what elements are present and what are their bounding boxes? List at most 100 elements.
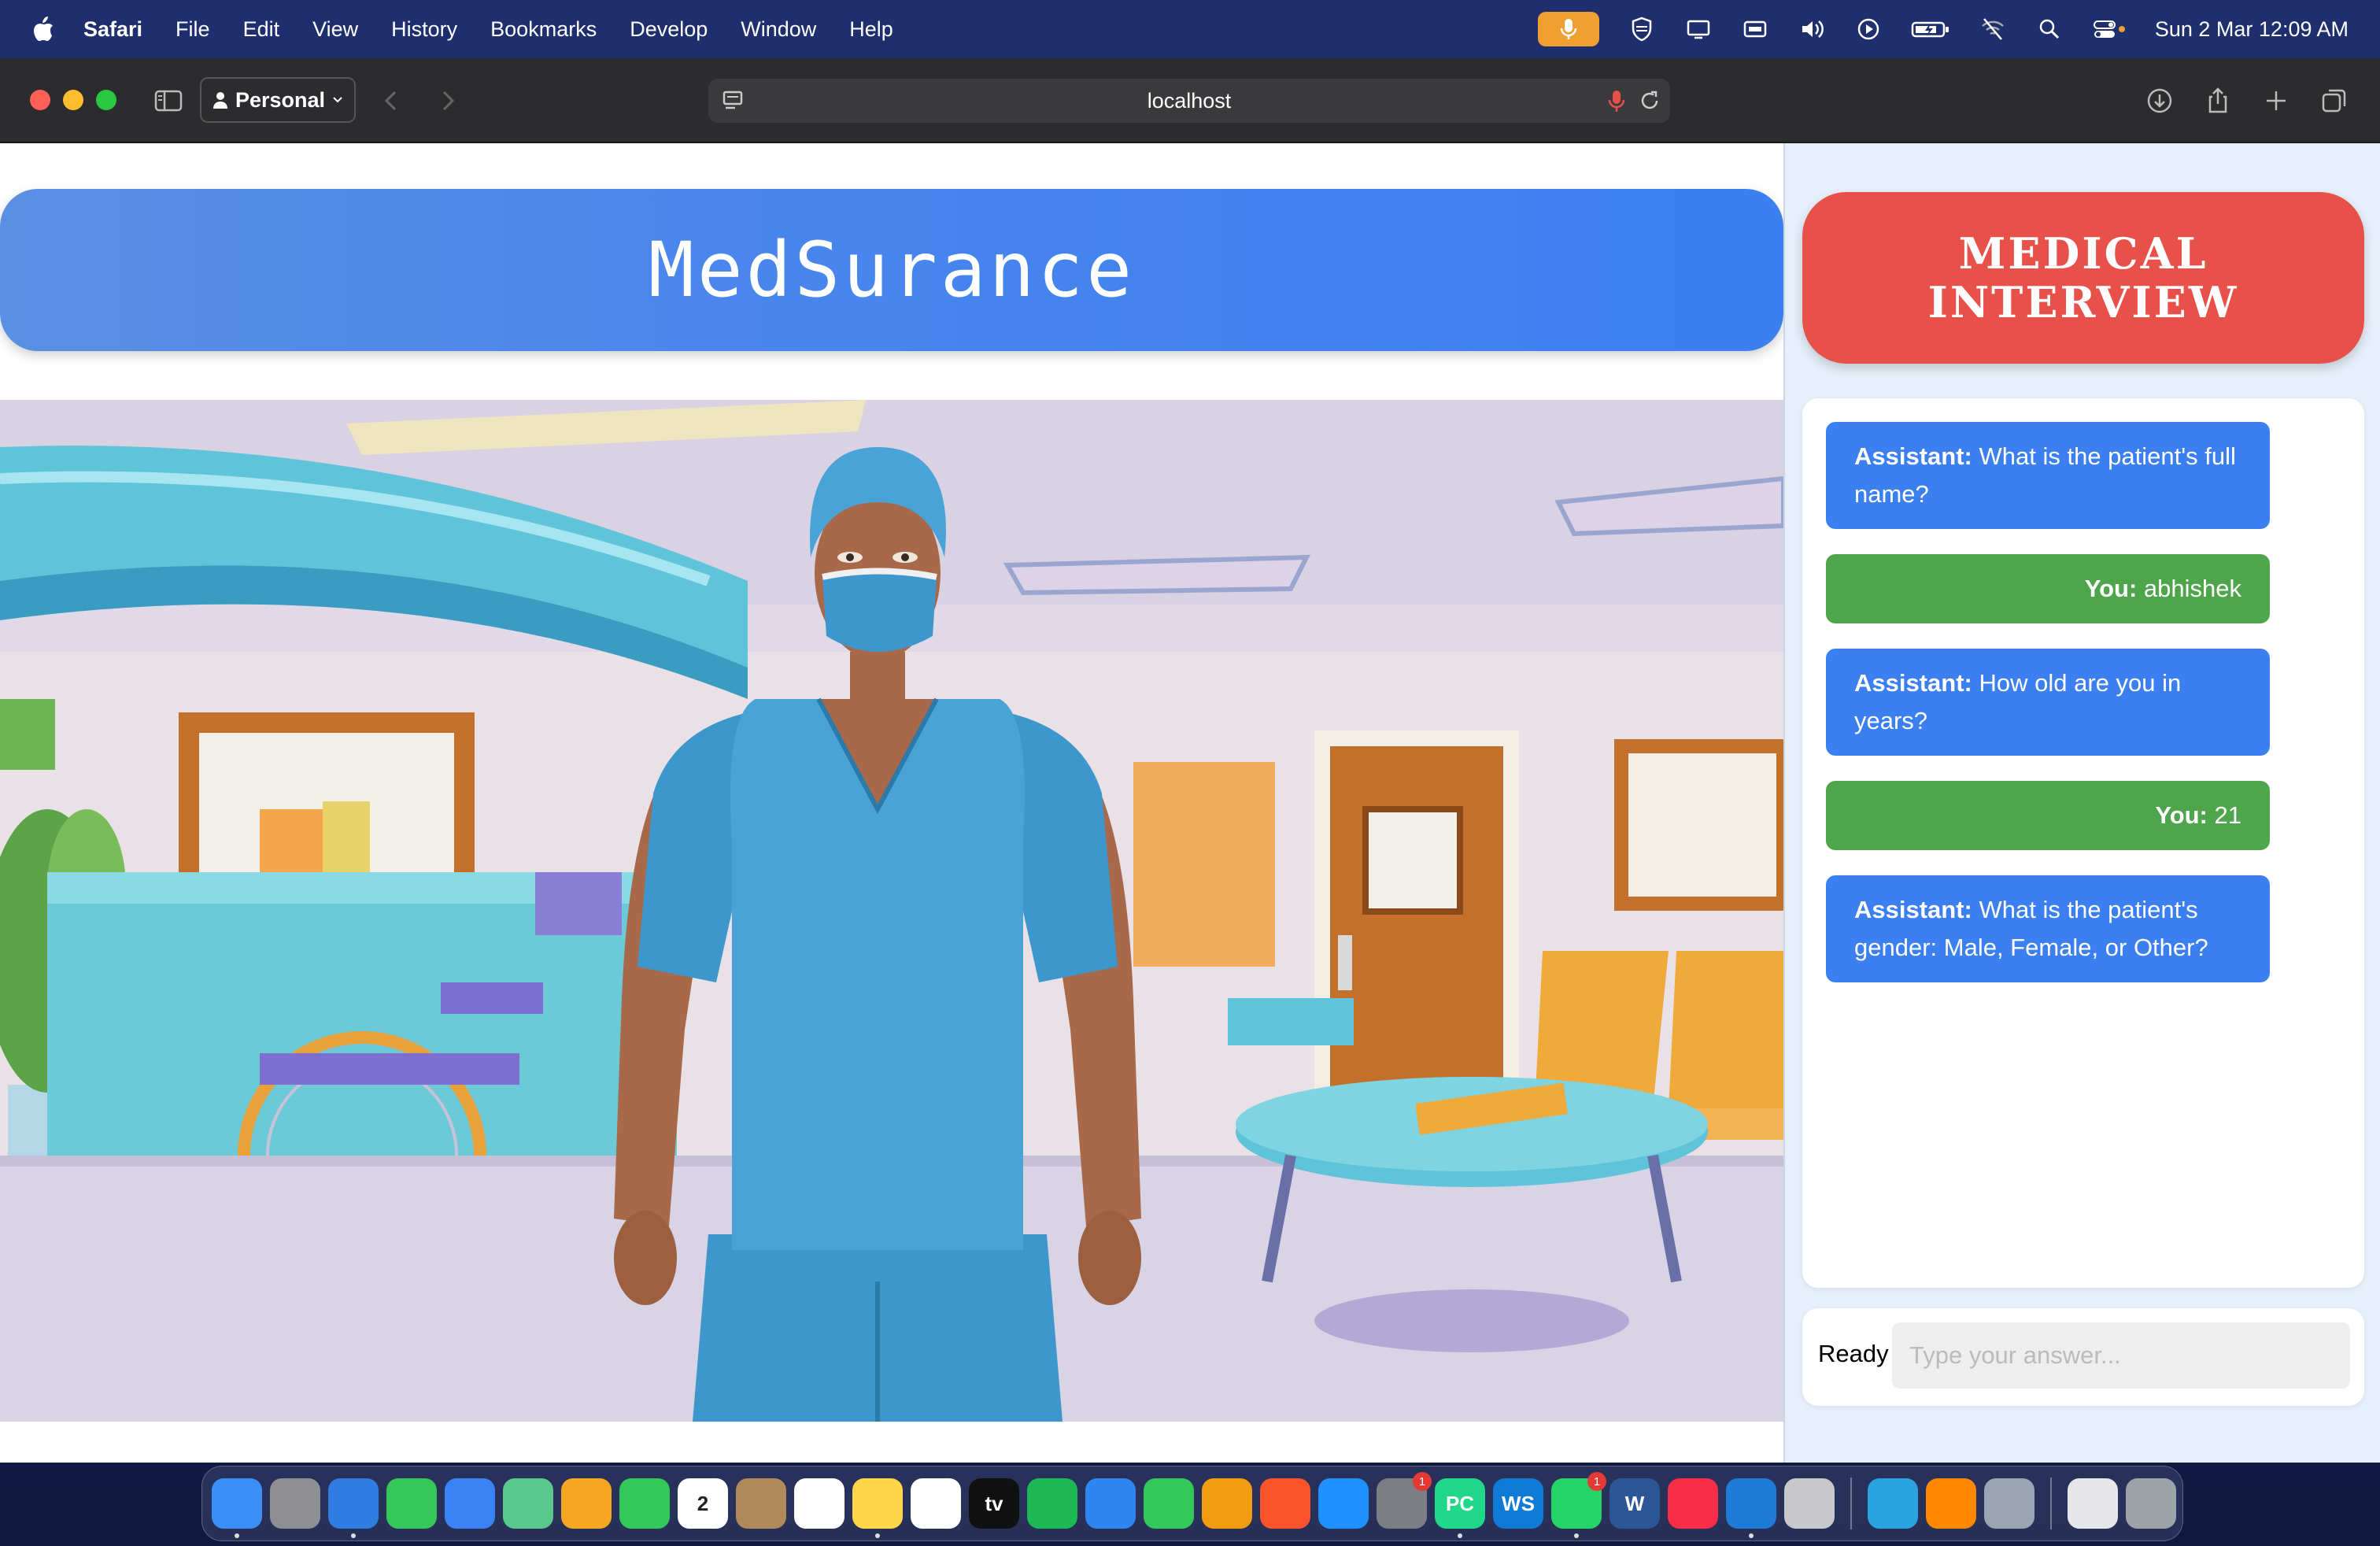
vlc-icon[interactable] [1926, 1478, 1976, 1529]
url-text[interactable]: localhost [1148, 89, 1232, 113]
keynote-icon[interactable] [1085, 1478, 1136, 1529]
dock-icon-glyph: W [1624, 1491, 1645, 1515]
chat-message-assistant: Assistant: What is the patient's gender:… [1826, 875, 2270, 982]
word-icon[interactable]: W [1609, 1478, 1660, 1529]
notes-icon[interactable] [852, 1478, 903, 1538]
zoom-window-button[interactable] [96, 90, 116, 110]
trash-icon[interactable] [2126, 1478, 2176, 1529]
apple-menu-icon[interactable] [31, 16, 55, 43]
telegram-icon[interactable] [1868, 1478, 1918, 1529]
safari-icon[interactable] [328, 1478, 379, 1538]
app-header-banner: MedSurance [0, 189, 1783, 351]
close-window-button[interactable] [30, 90, 50, 110]
menu-help[interactable]: Help [849, 17, 893, 42]
profile-switcher-button[interactable]: Personal [200, 77, 356, 123]
app-store-icon[interactable] [1318, 1478, 1369, 1529]
dock-icon-glyph: PC [1445, 1491, 1475, 1515]
finder-icon[interactable] [212, 1478, 262, 1538]
maps-icon[interactable] [503, 1478, 553, 1529]
share-icon[interactable] [2201, 85, 2235, 117]
script-editor-icon[interactable] [1784, 1478, 1835, 1529]
calendar-icon[interactable]: 2 [678, 1478, 728, 1529]
display-icon[interactable] [1684, 15, 1713, 43]
chat-message-user: You: abhishek [1826, 554, 2270, 623]
battery-icon[interactable] [1911, 15, 1950, 43]
keyboard-input-icon[interactable] [1741, 15, 1769, 43]
browser-toolbar: Personal localhost [0, 58, 2380, 143]
message-speaker: Assistant: [1854, 896, 1972, 923]
brave-icon[interactable] [1260, 1478, 1310, 1529]
web-page: MedSurance MEDICAL INTERVIEW Assistant: … [0, 143, 2380, 1463]
webstorm-icon[interactable]: WS [1493, 1478, 1543, 1529]
new-tab-plus-icon[interactable] [2259, 85, 2293, 117]
app-title: MedSurance [649, 226, 1135, 314]
freeform-icon[interactable] [911, 1478, 961, 1529]
tab-overview-icon[interactable] [2317, 85, 2352, 117]
running-indicator [1458, 1533, 1462, 1538]
launchpad-icon[interactable] [270, 1478, 320, 1529]
menu-clock[interactable]: Sun 2 Mar 12:09 AM [2155, 17, 2349, 42]
whatsapp-icon[interactable]: 1 [1551, 1472, 1606, 1538]
wifi-off-icon[interactable] [1979, 15, 2007, 43]
photos-icon[interactable] [561, 1478, 612, 1529]
notification-badge: 1 [1587, 1472, 1606, 1491]
window-controls [30, 90, 116, 110]
dock-icon-glyph: WS [1502, 1491, 1535, 1515]
chat-history[interactable]: Assistant: What is the patient's full na… [1802, 398, 2364, 1288]
back-arrow-icon[interactable] [375, 85, 409, 117]
system-settings-icon[interactable]: 1 [1377, 1472, 1432, 1529]
volume-icon[interactable] [1798, 15, 1826, 43]
facetime-icon[interactable] [619, 1478, 670, 1529]
contacts-icon[interactable] [736, 1478, 786, 1529]
page-menu-icon[interactable] [719, 87, 748, 115]
numbers-icon[interactable] [1144, 1478, 1194, 1529]
microphone-icon[interactable] [1602, 87, 1631, 115]
vpn-shield-icon[interactable] [1628, 15, 1656, 43]
reload-icon[interactable] [1635, 87, 1664, 115]
dock-separator [1850, 1478, 1852, 1529]
menu-history[interactable]: History [391, 17, 457, 42]
menu-develop[interactable]: Develop [630, 17, 708, 42]
mail-icon[interactable] [445, 1478, 495, 1529]
now-playing-icon[interactable] [1854, 15, 1883, 43]
address-bar[interactable]: localhost [708, 79, 1670, 123]
forward-arrow-icon[interactable] [430, 85, 464, 117]
menu-app-safari[interactable]: Safari [83, 17, 142, 42]
document-icon[interactable] [2068, 1478, 2118, 1529]
interview-sidebar: MEDICAL INTERVIEW Assistant: What is the… [1783, 143, 2380, 1463]
microphone-in-use-icon[interactable] [1537, 12, 1599, 46]
avatar-scene [0, 400, 1783, 1422]
menu-file[interactable]: File [176, 17, 210, 42]
music-icon[interactable] [1668, 1478, 1718, 1529]
status-label: Ready [1818, 1340, 1889, 1367]
messages-icon[interactable] [386, 1478, 437, 1529]
message-speaker: Assistant: [1854, 669, 1972, 697]
running-indicator [235, 1533, 239, 1538]
profile-label: Personal [235, 87, 326, 112]
pycharm-icon[interactable]: PC [1435, 1478, 1485, 1538]
sidebar-toggle-icon[interactable] [151, 85, 186, 117]
menu-window[interactable]: Window [741, 17, 816, 42]
answer-input-area: Ready [1802, 1308, 2364, 1406]
apple-tv-icon[interactable]: tv [969, 1478, 1019, 1529]
main-panel: MedSurance [0, 143, 1783, 1463]
chat-message-user: You: 21 [1826, 781, 2270, 850]
pages-icon[interactable] [1202, 1478, 1252, 1529]
menu-bookmarks[interactable]: Bookmarks [490, 17, 597, 42]
answer-input[interactable] [1892, 1322, 2350, 1389]
reminders-icon[interactable] [794, 1478, 844, 1529]
spotlight-search-icon[interactable] [2035, 15, 2064, 43]
vscode-icon[interactable] [1726, 1478, 1776, 1538]
menu-bar: Safari File Edit View History Bookmarks … [0, 0, 2380, 58]
spotify-icon[interactable] [1027, 1478, 1077, 1529]
preview-icon[interactable] [1984, 1478, 2034, 1529]
running-indicator [1574, 1533, 1579, 1538]
downloads-icon[interactable] [2142, 85, 2177, 117]
control-center-icon[interactable] [2092, 15, 2127, 43]
menu-edit[interactable]: Edit [243, 17, 280, 42]
chevron-down-icon [333, 97, 342, 103]
minimize-window-button[interactable] [63, 90, 83, 110]
message-speaker: Assistant: [1854, 442, 1972, 470]
running-indicator [351, 1533, 356, 1538]
menu-view[interactable]: View [312, 17, 358, 42]
